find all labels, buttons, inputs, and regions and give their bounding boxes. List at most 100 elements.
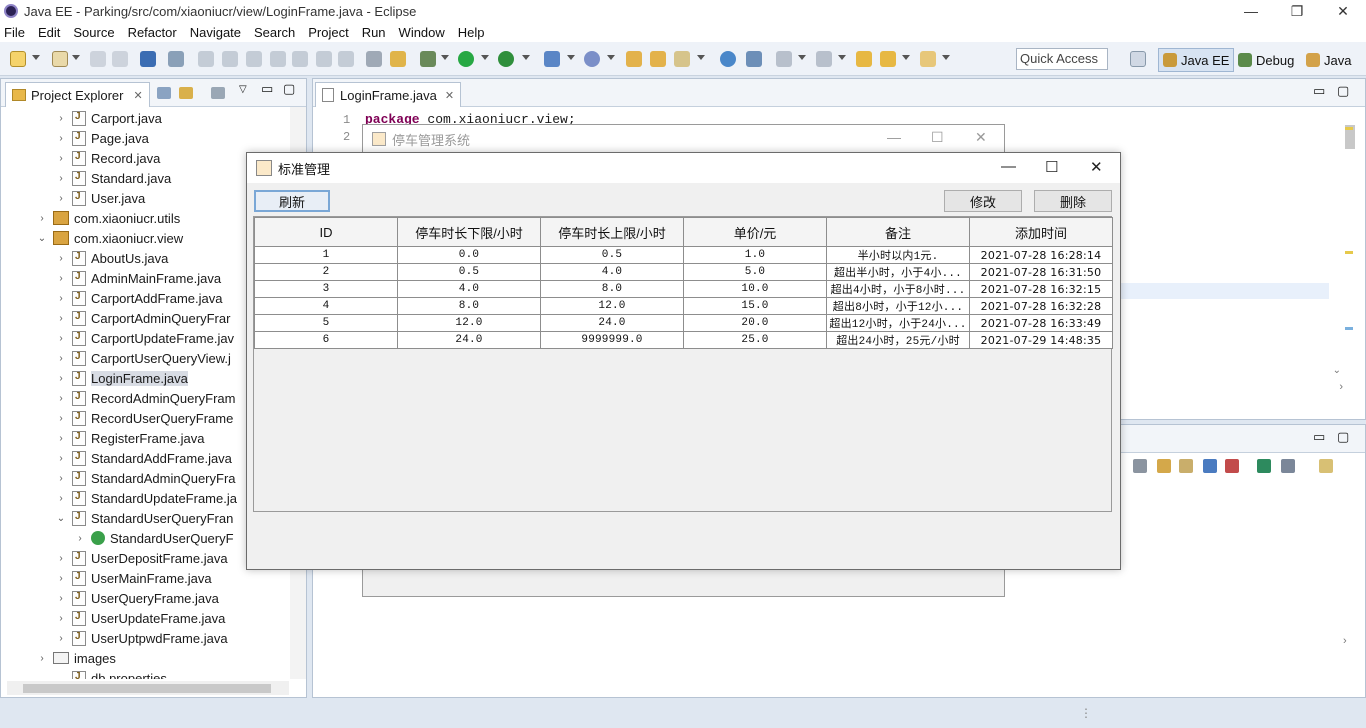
refresh-button[interactable]: 刷新 bbox=[254, 190, 330, 212]
edit-button[interactable]: 修改 bbox=[944, 190, 1022, 212]
pin-console-icon[interactable] bbox=[1257, 459, 1271, 473]
column-header[interactable]: ID bbox=[254, 217, 398, 247]
table-cell[interactable]: 0.0 bbox=[397, 246, 541, 264]
open-perspective-icon[interactable] bbox=[1130, 51, 1146, 67]
collapse-all-icon[interactable] bbox=[157, 87, 171, 99]
open-task-icon[interactable] bbox=[366, 51, 382, 67]
chevron-right-icon[interactable]: › bbox=[56, 453, 66, 464]
editor-minimize-icon[interactable]: ▭ bbox=[1313, 83, 1325, 99]
terminate-icon[interactable] bbox=[246, 51, 262, 67]
tree-item[interactable]: › StandardUpdateFrame.ja bbox=[56, 488, 237, 508]
column-header[interactable]: 单价/元 bbox=[683, 217, 827, 247]
step-over-icon[interactable] bbox=[316, 51, 332, 67]
table-cell[interactable]: 20.0 bbox=[683, 314, 827, 332]
table-cell[interactable]: 4.0 bbox=[397, 280, 541, 298]
maximize-button[interactable]: ☐ bbox=[1045, 158, 1058, 176]
chevron-right-icon[interactable]: › bbox=[56, 253, 66, 264]
new-icon[interactable] bbox=[10, 51, 26, 67]
menu-file[interactable]: File bbox=[4, 25, 25, 40]
editor-maximize-icon[interactable]: ▢ bbox=[1337, 83, 1349, 99]
table-row[interactable]: 5 12.0 24.0 20.0 超出12小时，小于24小... 2021-07-28 1… bbox=[254, 314, 1113, 332]
step-return-icon[interactable] bbox=[338, 51, 354, 67]
table-cell[interactable]: 5.0 bbox=[683, 263, 827, 281]
chevron-right-icon[interactable]: › bbox=[56, 553, 66, 564]
console-icon[interactable] bbox=[140, 51, 156, 67]
table-cell[interactable]: 超出半小时，小于4小... bbox=[826, 263, 970, 281]
chevron-right-icon[interactable]: › bbox=[56, 413, 66, 424]
clear-console-icon[interactable] bbox=[1133, 459, 1147, 473]
run-dropdown-icon[interactable] bbox=[481, 55, 489, 60]
maximize-button[interactable]: ❐ bbox=[1274, 0, 1320, 22]
debug-dropdown-icon[interactable] bbox=[441, 55, 449, 60]
bottom-maximize-icon[interactable]: ▢ bbox=[1337, 429, 1349, 445]
view-menu-icon[interactable]: ▽ bbox=[239, 84, 253, 96]
tree-item[interactable]: › Page.java bbox=[56, 128, 149, 148]
show-stdout-icon[interactable] bbox=[1203, 459, 1217, 473]
prev-annotation-icon[interactable] bbox=[816, 51, 832, 67]
perspective-debug[interactable]: Debug bbox=[1234, 48, 1298, 72]
chevron-right-icon[interactable]: › bbox=[56, 113, 66, 124]
table-row[interactable]: 2 0.5 4.0 5.0 超出半小时，小于4小... 2021-07-28 16:31:… bbox=[254, 263, 1113, 281]
table-cell[interactable]: 1 bbox=[254, 246, 398, 264]
table-cell[interactable]: 10.0 bbox=[683, 280, 827, 298]
tree-item[interactable]: › UserDepositFrame.java bbox=[56, 548, 228, 568]
run-server-dropdown-icon[interactable] bbox=[522, 55, 530, 60]
new-dropdown-icon[interactable] bbox=[32, 55, 40, 60]
tree-item[interactable]: › User.java bbox=[56, 188, 145, 208]
new-java-project-dropdown-icon[interactable] bbox=[567, 55, 575, 60]
chevron-right-icon[interactable]: › bbox=[56, 573, 66, 584]
chevron-right-icon[interactable]: › bbox=[56, 293, 66, 304]
table-cell[interactable]: 5 bbox=[254, 314, 398, 332]
tab-login-frame[interactable]: LoginFrame.java ✕ bbox=[315, 82, 462, 107]
table-cell[interactable]: 9999999.0 bbox=[540, 331, 684, 349]
grip-icon[interactable]: ⋮ bbox=[1080, 706, 1092, 720]
save-icon[interactable] bbox=[90, 51, 106, 67]
new-java-project-icon[interactable] bbox=[544, 51, 560, 67]
menu-project[interactable]: Project bbox=[308, 25, 348, 40]
tree-item[interactable]: › Record.java bbox=[56, 148, 160, 168]
display-console-icon[interactable] bbox=[1281, 459, 1295, 473]
column-header[interactable]: 停车时长下限/小时 bbox=[397, 217, 541, 247]
table-row[interactable]: 3 4.0 8.0 10.0 超出4小时，小于8小时... 2021-07-28 16:3… bbox=[254, 280, 1113, 298]
search-icon[interactable] bbox=[674, 51, 690, 67]
perspective-java[interactable]: Java bbox=[1302, 48, 1355, 72]
minimize-button[interactable]: — bbox=[1228, 0, 1274, 22]
link-editor-icon[interactable] bbox=[179, 87, 193, 99]
tree-item[interactable]: › UserMainFrame.java bbox=[56, 568, 212, 588]
tree-item[interactable]: › UserUptpwdFrame.java bbox=[56, 628, 228, 648]
open-type-icon[interactable] bbox=[626, 51, 642, 67]
scroll-right-arrow-icon[interactable]: › bbox=[1343, 635, 1347, 647]
table-cell[interactable]: 2 bbox=[254, 263, 398, 281]
skip-breakpoints-icon[interactable] bbox=[168, 51, 184, 67]
chevron-right-icon[interactable]: › bbox=[56, 593, 66, 604]
back-dropdown-icon[interactable] bbox=[902, 55, 910, 60]
chevron-right-icon[interactable]: › bbox=[56, 193, 66, 204]
new-class-dropdown-icon[interactable] bbox=[607, 55, 615, 60]
tree-item[interactable]: › Standard.java bbox=[56, 168, 171, 188]
disconnect-icon[interactable] bbox=[270, 51, 286, 67]
maximize-button[interactable]: ☐ bbox=[931, 129, 944, 146]
chevron-right-icon[interactable]: › bbox=[56, 393, 66, 404]
table-cell[interactable]: 超出24小时，25元/小时 bbox=[826, 331, 970, 349]
table-cell[interactable]: 12.0 bbox=[397, 314, 541, 332]
chevron-right-icon[interactable]: › bbox=[56, 613, 66, 624]
table-cell[interactable]: 24.0 bbox=[397, 331, 541, 349]
minimize-button[interactable]: — bbox=[887, 129, 901, 145]
suspend-icon[interactable] bbox=[222, 51, 238, 67]
open-resource-icon[interactable] bbox=[650, 51, 666, 67]
menu-refactor[interactable]: Refactor bbox=[128, 25, 177, 40]
quick-access-input[interactable]: Quick Access bbox=[1016, 48, 1108, 70]
table-row[interactable]: 1 0.0 0.5 1.0 半小时以内1元. 2021-07-28 16:28:14 bbox=[254, 246, 1113, 264]
delete-button[interactable]: 删除 bbox=[1034, 190, 1112, 212]
chevron-right-icon[interactable]: › bbox=[37, 213, 47, 224]
table-cell[interactable]: 2021-07-28 16:33:49 bbox=[969, 314, 1113, 332]
table-cell[interactable]: 24.0 bbox=[540, 314, 684, 332]
filter-icon[interactable] bbox=[211, 87, 225, 99]
chevron-right-icon[interactable]: › bbox=[56, 493, 66, 504]
tree-item[interactable]: db.properties bbox=[56, 668, 167, 679]
prev-annotation-dropdown-icon[interactable] bbox=[838, 55, 846, 60]
column-header[interactable]: 停车时长上限/小时 bbox=[540, 217, 684, 247]
table-cell[interactable]: 半小时以内1元. bbox=[826, 246, 970, 264]
table-cell[interactable]: 8.0 bbox=[540, 280, 684, 298]
tree-item[interactable]: › CarportAdminQueryFrar bbox=[56, 308, 230, 328]
